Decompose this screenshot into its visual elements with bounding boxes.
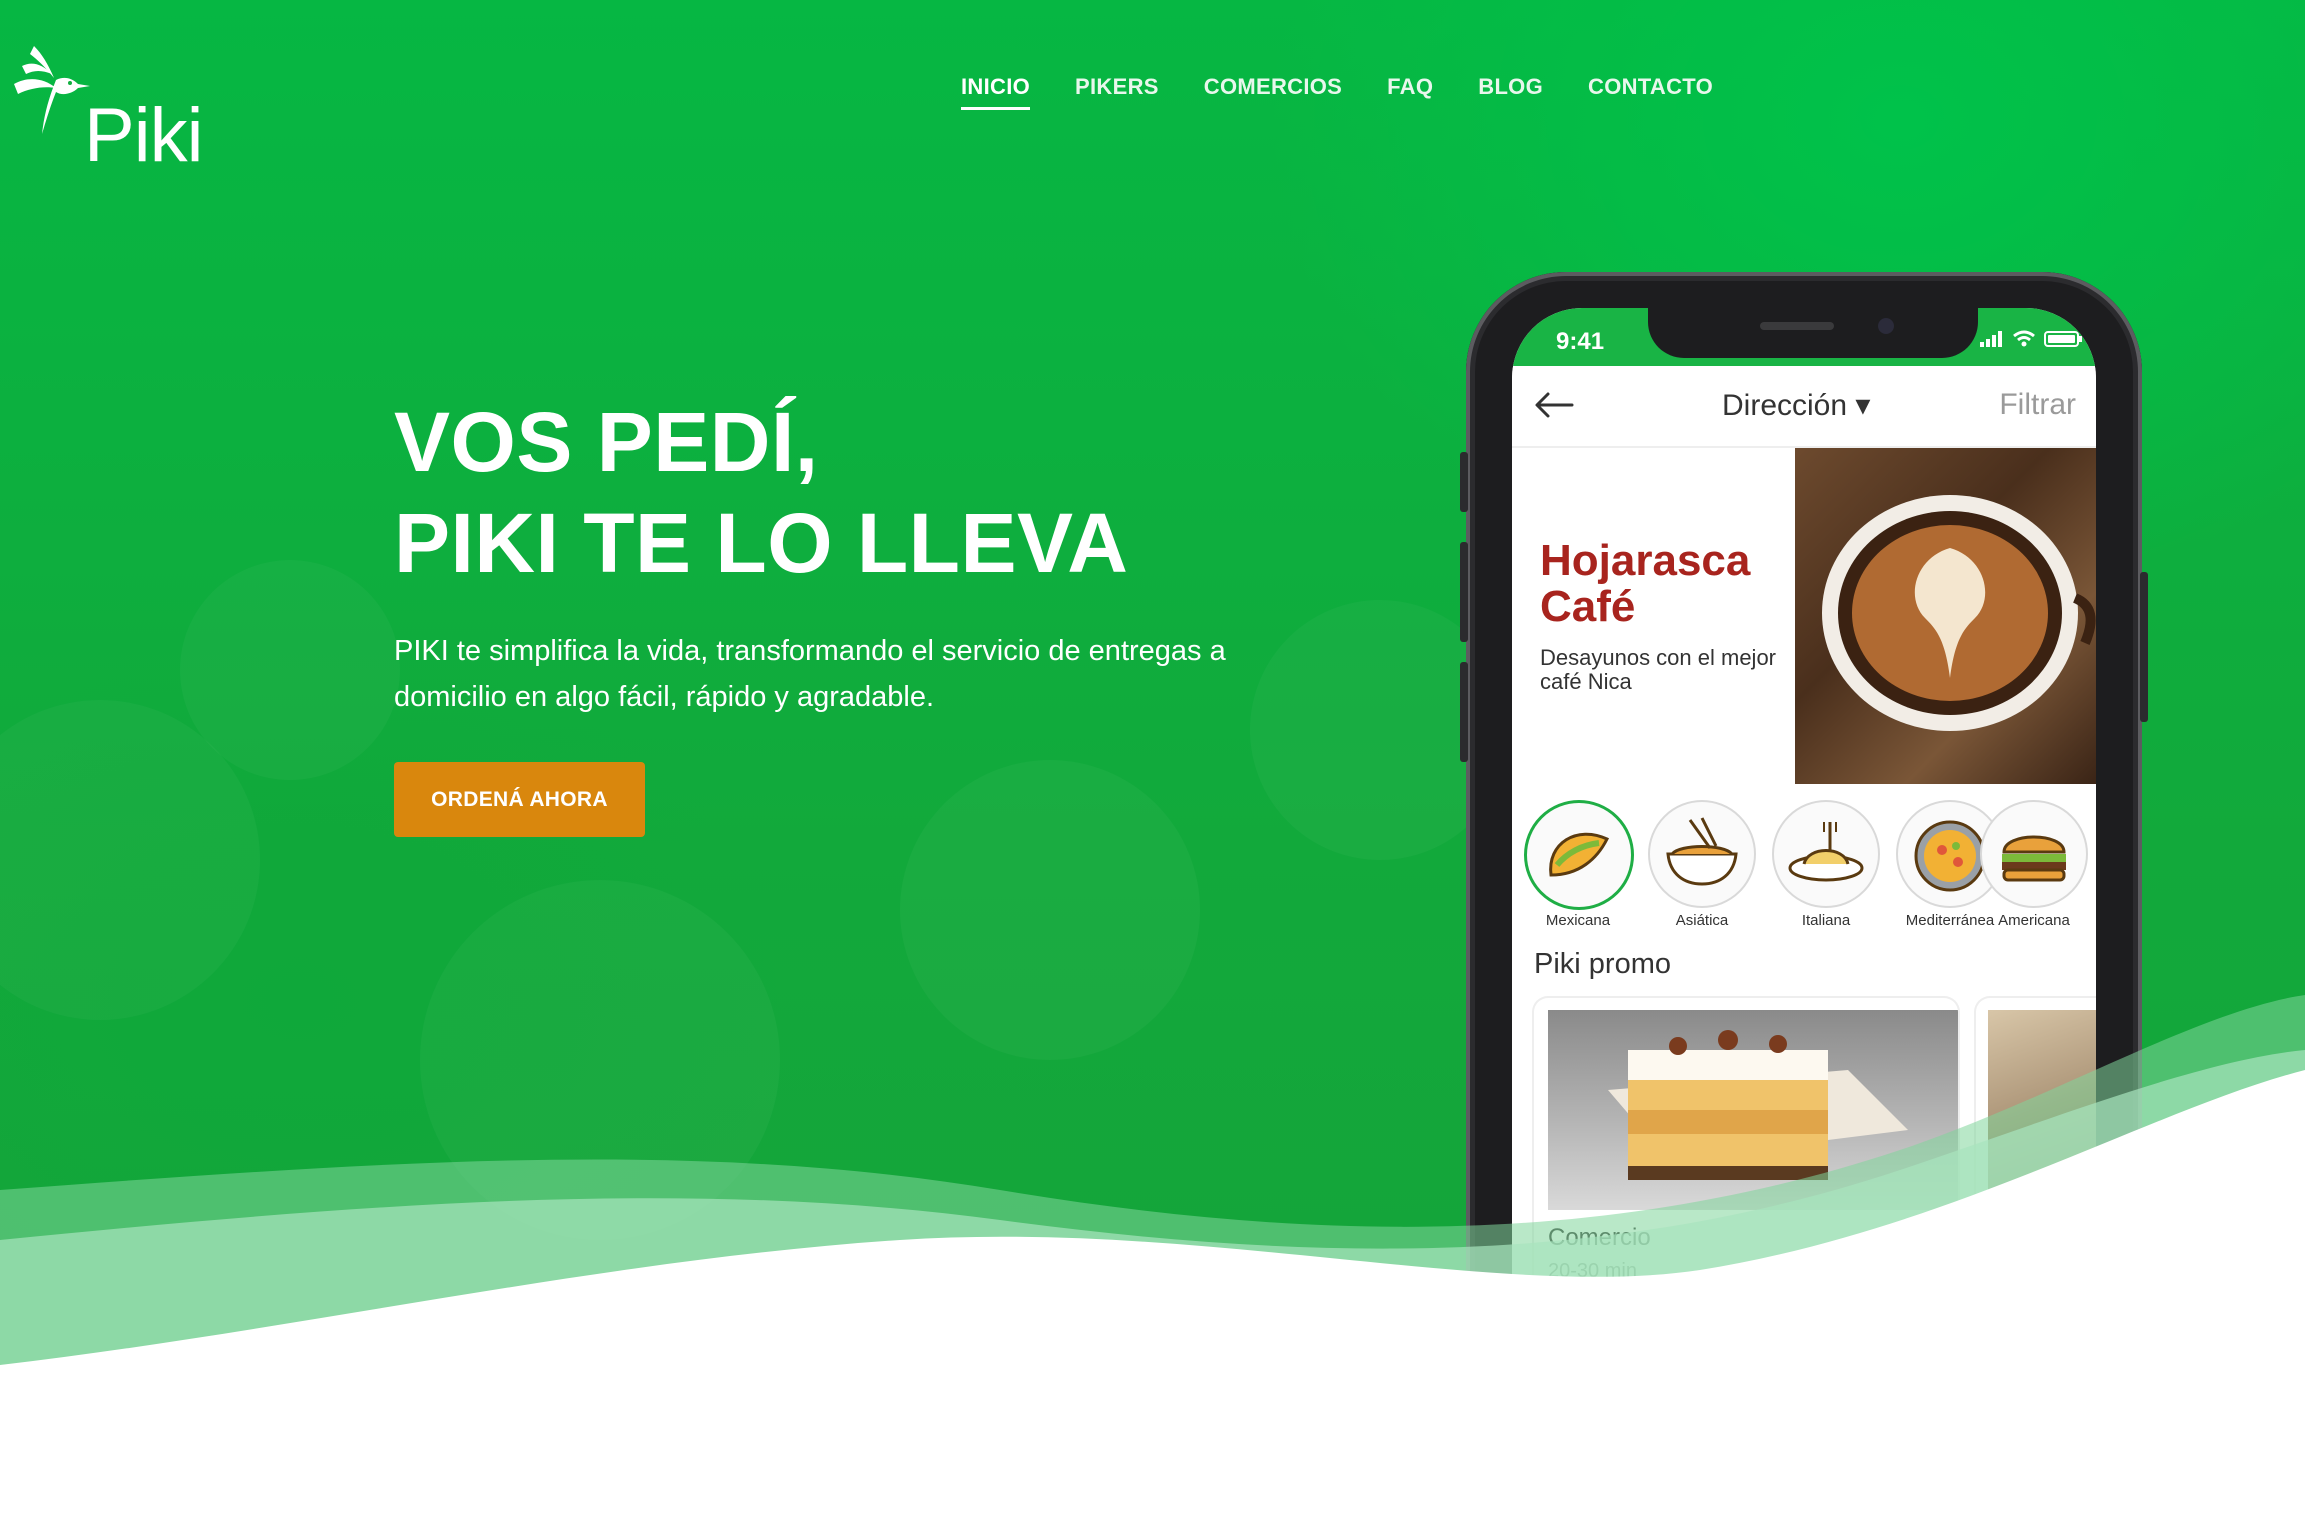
bokeh-decoration (420, 880, 780, 1240)
category-circle (1524, 800, 1634, 910)
banner-title-line-1: Hojarasca (1540, 536, 1751, 585)
category-list: Mexicana Asiática Italiana Mediterránea … (1512, 788, 2096, 929)
phone-side-button (1460, 542, 1468, 642)
headline-line-2: PIKI TE LO LLEVA (394, 496, 1129, 590)
status-time: 9:41 (1556, 328, 1605, 355)
category-circle (1648, 800, 1756, 908)
nav-item-contacto[interactable]: CONTACTO (1588, 74, 1713, 110)
phone-side-button (2140, 572, 2148, 722)
coffee-photo (1795, 448, 2096, 784)
hero-headline: VOS PEDÍ, PIKI TE LO LLEVA (394, 392, 1128, 594)
promo-section-title: Piki promo (1534, 948, 1671, 980)
nav-item-pikers[interactable]: PIKERS (1075, 74, 1159, 110)
hero-subtitle: PIKI te simplifica la vida, transformand… (394, 635, 1226, 713)
burger-icon (2002, 835, 2066, 882)
wifi-icon (2013, 330, 2035, 347)
filter-button[interactable]: Filtrar (1999, 388, 2076, 422)
banner-title: Hojarasca Café (1540, 538, 1750, 630)
category-label: Americana (1998, 912, 2070, 929)
bread-photo (1988, 1010, 2096, 1210)
phone-mockup: 9:41 Dirección ▾ Filtrar Hojarasca Café … (1460, 272, 2148, 1422)
front-camera (1878, 318, 1894, 334)
app-bar: Dirección ▾ Filtrar (1512, 366, 2096, 448)
noodles-icon (1666, 817, 1738, 886)
main-nav: INICIO PIKERS COMERCIOS FAQ BLOG CONTACT… (961, 74, 1713, 110)
category-label: Mexicana (1545, 912, 1611, 929)
category-circle (1980, 800, 2088, 908)
banner-description: Desayunos con el mejor café Nica (1540, 645, 1777, 694)
headline-line-1: VOS PEDÍ, (394, 395, 819, 489)
phone-notch (1648, 308, 1978, 358)
battery-icon (2044, 331, 2082, 347)
phone-side-button (1460, 452, 1468, 512)
category-circle (1772, 800, 1880, 908)
cake-photo (1548, 1010, 1958, 1210)
nav-item-comercios[interactable]: COMERCIOS (1204, 74, 1342, 110)
back-arrow-icon[interactable] (1534, 390, 1574, 420)
promo-card[interactable]: Comercio 20-30 min (1534, 998, 1958, 1318)
signal-icon (1980, 331, 2002, 347)
nav-item-blog[interactable]: BLOG (1478, 74, 1543, 110)
status-icons (1980, 330, 2084, 348)
phone-screen: 9:41 Dirección ▾ Filtrar Hojarasca Café … (1512, 308, 2096, 1408)
spaghetti-icon (1788, 822, 1864, 882)
promo-card[interactable] (1976, 998, 2096, 1318)
latte-image (1822, 495, 2096, 731)
address-dropdown[interactable]: Dirección ▾ (1722, 388, 1870, 423)
hero-section: Piki INICIO PIKERS COMERCIOS FAQ BLOG CO… (0, 0, 2305, 1536)
promo-banner[interactable]: Hojarasca Café Desayunos con el mejor ca… (1512, 448, 2096, 784)
bokeh-decoration (900, 760, 1200, 1060)
taco-icon (1549, 832, 1610, 877)
category-label: Asiática (1675, 912, 1729, 929)
category-label: Italiana (1801, 912, 1851, 929)
cake-image (1608, 1030, 1908, 1180)
nav-item-inicio[interactable]: INICIO (961, 74, 1031, 110)
nav-item-faq[interactable]: FAQ (1387, 74, 1433, 110)
banner-title-line-2: Café (1540, 582, 1636, 631)
hummingbird-icon (14, 46, 90, 134)
promo-card-label: Comercio (1548, 1224, 1651, 1251)
speaker-grille (1760, 322, 1834, 330)
order-now-button[interactable]: ORDENÁ AHORA (394, 762, 645, 837)
promo-card-time: 20-30 min (1548, 1260, 1637, 1282)
phone-side-button (1460, 662, 1468, 762)
bokeh-decoration (180, 560, 400, 780)
brand-wordmark: Piki (84, 93, 203, 178)
piki-logo[interactable]: Piki (12, 36, 212, 178)
